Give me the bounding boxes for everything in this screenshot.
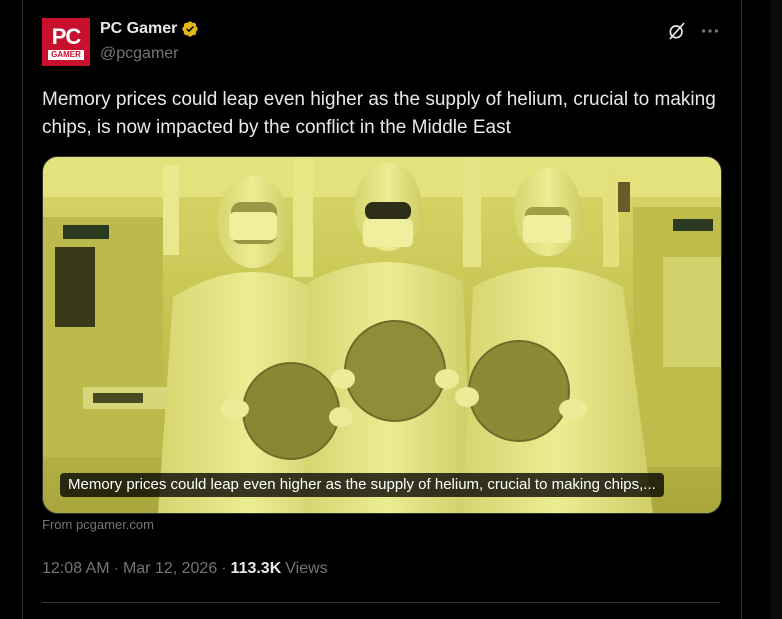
more-horizontal-icon[interactable] <box>699 20 721 42</box>
tweet-meta: 12:08 AM · Mar 12, 2026 · 113.3K Views <box>42 560 328 578</box>
cleanroom-photo <box>43 157 721 513</box>
views-count: 113.3K <box>230 560 282 577</box>
card-caption: Memory prices could leap even higher as … <box>60 473 664 497</box>
left-column <box>0 0 23 619</box>
divider <box>42 602 720 603</box>
tweet-text: Memory prices could leap even higher as … <box>42 89 716 138</box>
meta-separator: · <box>221 560 227 577</box>
tweet-post[interactable]: PC GAMER PC Gamer @pcgamer Memory prices… <box>22 0 740 619</box>
scrollbar[interactable] <box>770 0 782 619</box>
author-name-row[interactable]: PC Gamer <box>100 20 199 38</box>
link-card-image[interactable]: Memory prices could leap even higher as … <box>42 156 722 514</box>
avatar-logo-subtext: GAMER <box>48 50 84 60</box>
tweet-date[interactable]: Mar 12, 2026 <box>123 560 217 578</box>
verified-badge-icon <box>182 21 199 37</box>
author-handle[interactable]: @pcgamer <box>100 45 179 63</box>
grok-icon[interactable] <box>667 21 687 41</box>
avatar-logo-text: PC <box>51 24 82 49</box>
meta-separator: · <box>113 560 119 577</box>
tweet-time[interactable]: 12:08 AM <box>42 560 110 578</box>
author-display-name[interactable]: PC Gamer <box>100 20 177 38</box>
card-source-link[interactable]: From pcgamer.com <box>42 517 154 532</box>
avatar[interactable]: PC GAMER <box>42 18 90 66</box>
views-label: Views <box>285 560 328 577</box>
right-column <box>741 0 782 619</box>
